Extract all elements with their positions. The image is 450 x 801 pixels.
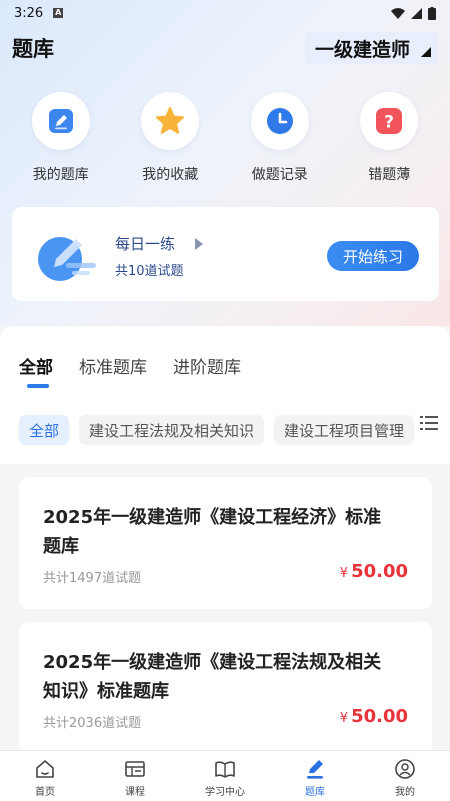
quick-label: 我的收藏 [142, 167, 199, 183]
nav-home[interactable]: 首页 [5, 758, 85, 798]
price-value: 50.00 [351, 561, 408, 582]
play-arrow-icon [195, 237, 204, 250]
course-price: ¥50.00 [340, 706, 408, 727]
price-value: 50.00 [351, 706, 408, 727]
book-icon [215, 761, 235, 778]
start-practice-button[interactable]: 开始练习 [327, 241, 419, 271]
nav-profile[interactable]: 我的 [365, 758, 445, 798]
daily-practice-subtitle: 共10道试题 [115, 264, 184, 279]
nav-label: 首页 [35, 787, 55, 798]
course-icon [125, 761, 145, 777]
wifi-icon [391, 7, 405, 19]
list-menu-icon[interactable] [420, 416, 438, 430]
chip-law[interactable]: 建设工程法规及相关知识 [79, 415, 265, 445]
status-time: 3:26 [14, 5, 44, 21]
page-title: 题库 [12, 37, 54, 61]
clock-icon [266, 108, 293, 134]
course-card[interactable]: 2025年一级建造师《建设工程经济》标准题库 共计1497道试题 ¥50.00 [19, 477, 432, 609]
daily-practice-icon [38, 237, 96, 281]
exam-selector[interactable]: 一级建造师 [304, 32, 438, 64]
quick-favorites[interactable]: 我的收藏 [120, 92, 220, 188]
nav-label: 学习中心 [205, 787, 245, 798]
star-icon [156, 107, 185, 134]
exam-selector-label: 一级建造师 [314, 38, 410, 61]
signal-icon [411, 7, 422, 19]
course-question-count: 共计2036道试题 [43, 716, 142, 731]
question-icon: ? [376, 108, 403, 134]
filter-area: 全部 标准题库 进阶题库 全部 建设工程法规及相关知识 建设工程项目管理 [0, 326, 450, 464]
currency-symbol: ¥ [339, 711, 349, 726]
tab-advanced[interactable]: 进阶题库 [173, 353, 241, 378]
pen-icon [307, 760, 323, 779]
notification-icon: A [53, 8, 64, 18]
currency-symbol: ¥ [339, 566, 349, 581]
nav-label: 我的 [395, 787, 415, 798]
quick-label: 我的题库 [32, 167, 89, 183]
home-icon [36, 760, 54, 778]
edit-icon [48, 109, 73, 133]
chip-all[interactable]: 全部 [19, 415, 70, 445]
daily-practice-title: 每日一练 [115, 235, 176, 253]
nav-label: 题库 [305, 787, 325, 798]
course-title: 2025年一级建造师《建设工程经济》标准题库 [43, 507, 382, 557]
course-card[interactable]: 2025年一级建造师《建设工程法规及相关知识》标准题库 共计2036道试题 ¥5… [19, 622, 432, 754]
category-tabs: 全部 标准题库 进阶题库 [19, 353, 241, 388]
battery-icon [428, 6, 436, 20]
quick-label: 错题薄 [368, 167, 411, 183]
chip-project-management[interactable]: 建设工程项目管理 [274, 415, 415, 445]
quick-my-bank[interactable]: 我的题库 [11, 92, 111, 188]
quick-mistakes[interactable]: ? 错题薄 [339, 92, 439, 188]
course-price: ¥50.00 [340, 561, 408, 582]
nav-study-center[interactable]: 学习中心 [185, 758, 265, 798]
course-question-count: 共计1497道试题 [43, 571, 142, 586]
nav-course[interactable]: 课程 [95, 758, 175, 798]
bottom-nav: 首页 课程 学习中心 题库 我的 [0, 750, 450, 801]
tab-standard[interactable]: 标准题库 [79, 353, 147, 378]
quick-actions: 我的题库 我的收藏 做题记录 ? 错题薄 [0, 92, 450, 188]
status-bar: 3:26 A [0, 0, 450, 26]
daily-practice-card: 每日一练 共10道试题 开始练习 [12, 207, 439, 301]
quick-label: 做题记录 [251, 167, 308, 183]
tab-all[interactable]: 全部 [19, 353, 53, 388]
profile-icon [395, 759, 415, 779]
course-title: 2025年一级建造师《建设工程法规及相关知识》标准题库 [43, 652, 382, 702]
nav-label: 课程 [125, 787, 145, 798]
svg-text:?: ? [384, 113, 394, 133]
app-header: 题库 一级建造师 [0, 28, 450, 68]
nav-question-bank[interactable]: 题库 [275, 758, 355, 798]
quick-history[interactable]: 做题记录 [230, 92, 330, 188]
subject-chips: 全部 建设工程法规及相关知识 建设工程项目管理 [19, 415, 419, 445]
dropdown-triangle-icon [421, 47, 431, 57]
